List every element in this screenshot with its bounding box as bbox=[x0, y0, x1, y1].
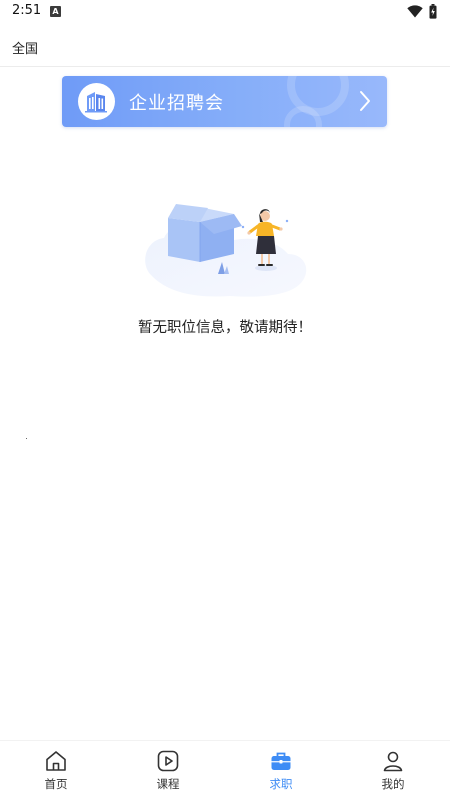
empty-box-illustration bbox=[145, 204, 307, 297]
top-bar: 全国 bbox=[0, 28, 450, 67]
bottom-nav: 首页 课程 求职 我的 bbox=[0, 740, 450, 801]
nav-item-jobs[interactable]: 求职 bbox=[225, 741, 337, 801]
nav-item-courses[interactable]: 课程 bbox=[112, 741, 224, 801]
chevron-right-icon bbox=[360, 91, 370, 111]
nav-item-profile[interactable]: 我的 bbox=[337, 741, 449, 801]
nav-label-home: 首页 bbox=[44, 777, 68, 791]
banner-title: 企业招聘会 bbox=[129, 93, 224, 114]
nav-label-courses: 课程 bbox=[156, 777, 180, 791]
job-fair-banner[interactable]: 企业招聘会 bbox=[62, 76, 387, 127]
wifi-icon bbox=[407, 5, 423, 18]
status-bar: 2:51 A bbox=[0, 0, 450, 24]
location-selector[interactable]: 全国 bbox=[12, 38, 38, 57]
nav-item-home[interactable]: 首页 bbox=[0, 741, 112, 801]
battery-icon bbox=[429, 4, 437, 19]
user-icon bbox=[383, 751, 403, 772]
nav-label-profile: 我的 bbox=[381, 777, 405, 791]
notification-badge: A bbox=[50, 6, 61, 17]
empty-state-message: 暂无职位信息，敬请期待！ bbox=[138, 320, 312, 336]
briefcase-icon bbox=[271, 752, 291, 770]
nav-label-jobs: 求职 bbox=[269, 777, 293, 791]
status-time: 2:51 bbox=[12, 3, 42, 18]
building-icon bbox=[78, 83, 115, 120]
artifact-dot bbox=[26, 438, 27, 439]
home-icon bbox=[46, 751, 66, 771]
play-icon bbox=[157, 750, 179, 772]
